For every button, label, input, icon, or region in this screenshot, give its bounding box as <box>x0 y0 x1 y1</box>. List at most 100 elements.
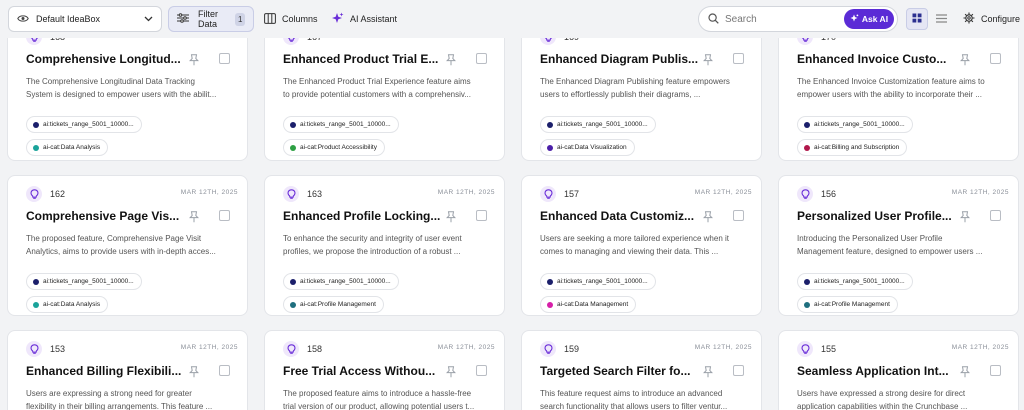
pin-icon[interactable] <box>703 365 713 383</box>
select-checkbox[interactable] <box>990 210 1001 221</box>
idea-card[interactable]: 156 MAR 12TH, 2025 Personalized User Profi… <box>778 175 1019 316</box>
select-checkbox[interactable] <box>476 365 487 376</box>
idea-title[interactable]: Enhanced Product Trial E... <box>283 52 438 66</box>
pin-icon[interactable] <box>703 210 713 228</box>
idea-tag[interactable]: ai:tickets_range_5001_10000... <box>540 116 656 133</box>
idea-tag[interactable]: ai:tickets_range_5001_10000... <box>797 273 913 290</box>
ask-ai-button[interactable]: Ask AI <box>844 9 894 29</box>
idea-tag[interactable]: ai-cat:Profile Management <box>283 296 384 313</box>
pin-icon[interactable] <box>189 53 199 71</box>
idea-card[interactable]: 170MAR 12TH, 2025Enhanced Invoice Custo.… <box>778 18 1019 161</box>
idea-number: 158 <box>307 344 323 354</box>
idea-title[interactable]: Enhanced Invoice Custo... <box>797 52 946 66</box>
idea-tag[interactable]: ai-cat:Data Analysis <box>26 296 109 313</box>
idea-title[interactable]: Free Trial Access Withou... <box>283 364 435 378</box>
idea-card[interactable]: 153 MAR 12TH, 2025 Enhanced Billing Flexib… <box>7 330 248 410</box>
idea-tag[interactable]: ai:tickets_range_5001_10000... <box>283 273 399 290</box>
pin-icon[interactable] <box>446 210 456 228</box>
idea-title[interactable]: Enhanced Billing Flexibili... <box>26 364 181 378</box>
select-checkbox[interactable] <box>733 53 744 64</box>
idea-description-line: The Enhanced Product Trial Experience fe… <box>283 77 471 86</box>
idea-tag[interactable]: ai-cat:Billing and Subscription <box>797 139 908 156</box>
idea-card[interactable]: 168MAR 12TH, 2025Comprehensive Longitud.… <box>7 18 248 161</box>
idea-description-line: The proposed feature, Comprehensive Page… <box>26 234 202 243</box>
pin-icon[interactable] <box>960 365 970 383</box>
tag-color-dot <box>804 121 810 128</box>
idea-tag[interactable]: ai-cat:Data Management <box>540 296 637 313</box>
idea-title[interactable]: Personalized User Profile... <box>797 209 952 223</box>
idea-bulb-icon <box>540 341 556 357</box>
idea-title[interactable]: Seamless Application Int... <box>797 364 949 378</box>
tag-label: ai:tickets_range_5001_10000... <box>300 278 391 285</box>
idea-bulb-icon <box>540 186 556 202</box>
idea-tag[interactable]: ai:tickets_range_5001_10000... <box>26 273 142 290</box>
select-checkbox[interactable] <box>476 210 487 221</box>
pin-icon[interactable] <box>703 53 713 71</box>
idea-title[interactable]: Enhanced Diagram Publis... <box>540 52 698 66</box>
columns-button[interactable]: Columns <box>264 6 318 32</box>
idea-card[interactable]: 162 MAR 12TH, 2025 Comprehensive Page Vis.… <box>7 175 248 316</box>
idea-tag[interactable]: ai-cat:Profile Management <box>797 296 898 313</box>
idea-bulb-icon <box>283 186 299 202</box>
columns-icon <box>264 12 276 26</box>
pin-icon[interactable] <box>960 210 970 228</box>
tag-color-dot <box>290 278 296 285</box>
select-checkbox[interactable] <box>990 365 1001 376</box>
idea-card[interactable]: 155 MAR 12TH, 2025 Seamless Application In… <box>778 330 1019 410</box>
idea-card[interactable]: 158 MAR 12TH, 2025 Free Trial Access Witho… <box>264 330 505 410</box>
idea-title[interactable]: Comprehensive Longitud... <box>26 52 181 66</box>
search-icon <box>708 12 719 26</box>
idea-card[interactable]: 163 MAR 12TH, 2025 Enhanced Profile Lockin… <box>264 175 505 316</box>
tag-label: ai-cat:Data Analysis <box>43 144 101 151</box>
sparkle-icon <box>331 12 344 27</box>
pin-icon[interactable] <box>446 53 456 71</box>
tag-label: ai:tickets_range_5001_10000... <box>557 278 648 285</box>
idea-description: To enhance the security and integrity of… <box>283 232 495 258</box>
idea-date: MAR 12TH, 2025 <box>951 189 1009 196</box>
ask-ai-label: Ask AI <box>861 14 889 24</box>
pin-icon[interactable] <box>446 365 456 383</box>
idea-description-line: flexibility in their billing arrangement… <box>26 402 213 410</box>
select-checkbox[interactable] <box>476 53 487 64</box>
pin-icon[interactable] <box>960 53 970 71</box>
idea-date: MAR 12TH, 2025 <box>437 344 495 351</box>
select-checkbox[interactable] <box>733 365 744 376</box>
configure-button[interactable]: Configure <box>963 6 1020 32</box>
idea-description-line: trial version of our product, allowing p… <box>283 402 475 410</box>
select-checkbox[interactable] <box>990 53 1001 64</box>
idea-tag[interactable]: ai-cat:Data Visualization <box>540 139 635 156</box>
idea-date: MAR 12TH, 2025 <box>437 189 495 196</box>
idea-tag[interactable]: ai:tickets_range_5001_10000... <box>283 116 399 133</box>
list-view-toggle[interactable] <box>930 8 952 30</box>
select-checkbox[interactable] <box>219 210 230 221</box>
pin-icon[interactable] <box>189 365 199 383</box>
idea-card[interactable]: 169MAR 12TH, 2025Enhanced Diagram Publis… <box>521 18 762 161</box>
select-checkbox[interactable] <box>219 53 230 64</box>
select-checkbox[interactable] <box>733 210 744 221</box>
idea-tag[interactable]: ai:tickets_range_5001_10000... <box>26 116 142 133</box>
idea-card[interactable]: 159 MAR 12TH, 2025 Targeted Search Filter … <box>521 330 762 410</box>
idea-title[interactable]: Comprehensive Page Vis... <box>26 209 179 223</box>
ai-assistant-button[interactable]: AI Assistant <box>331 6 397 32</box>
idea-tag[interactable]: ai-cat:Product Accessibility <box>283 139 385 156</box>
pin-icon[interactable] <box>189 210 199 228</box>
ideabox-selector[interactable]: Default IdeaBox <box>8 6 162 32</box>
search-input[interactable] <box>725 13 844 25</box>
idea-description-line: System is designed to empower users with… <box>26 90 217 99</box>
idea-tag[interactable]: ai:tickets_range_5001_10000... <box>540 273 656 290</box>
idea-title[interactable]: Enhanced Profile Locking... <box>283 209 440 223</box>
idea-card[interactable]: 167MAR 12TH, 2025Enhanced Product Trial … <box>264 18 505 161</box>
idea-title[interactable]: Targeted Search Filter fo... <box>540 364 690 378</box>
idea-title[interactable]: Enhanced Data Customiz... <box>540 209 694 223</box>
idea-description: This feature request aims to introduce a… <box>540 387 752 410</box>
idea-card[interactable]: 157 MAR 12TH, 2025 Enhanced Data Customiz.… <box>521 175 762 316</box>
idea-tag[interactable]: ai:tickets_range_5001_10000... <box>797 116 913 133</box>
filter-data-label: Filter Data <box>198 9 218 29</box>
idea-tag[interactable]: ai-cat:Data Analysis <box>26 139 109 156</box>
grid-view-toggle[interactable] <box>906 8 928 30</box>
idea-date: MAR 12TH, 2025 <box>180 344 238 351</box>
filter-data-button[interactable]: Filter Data 1 <box>168 6 254 32</box>
idea-description-line: to provide potential customers with a co… <box>283 90 471 99</box>
ideabox-label: Default IdeaBox <box>36 14 101 24</box>
select-checkbox[interactable] <box>219 365 230 376</box>
